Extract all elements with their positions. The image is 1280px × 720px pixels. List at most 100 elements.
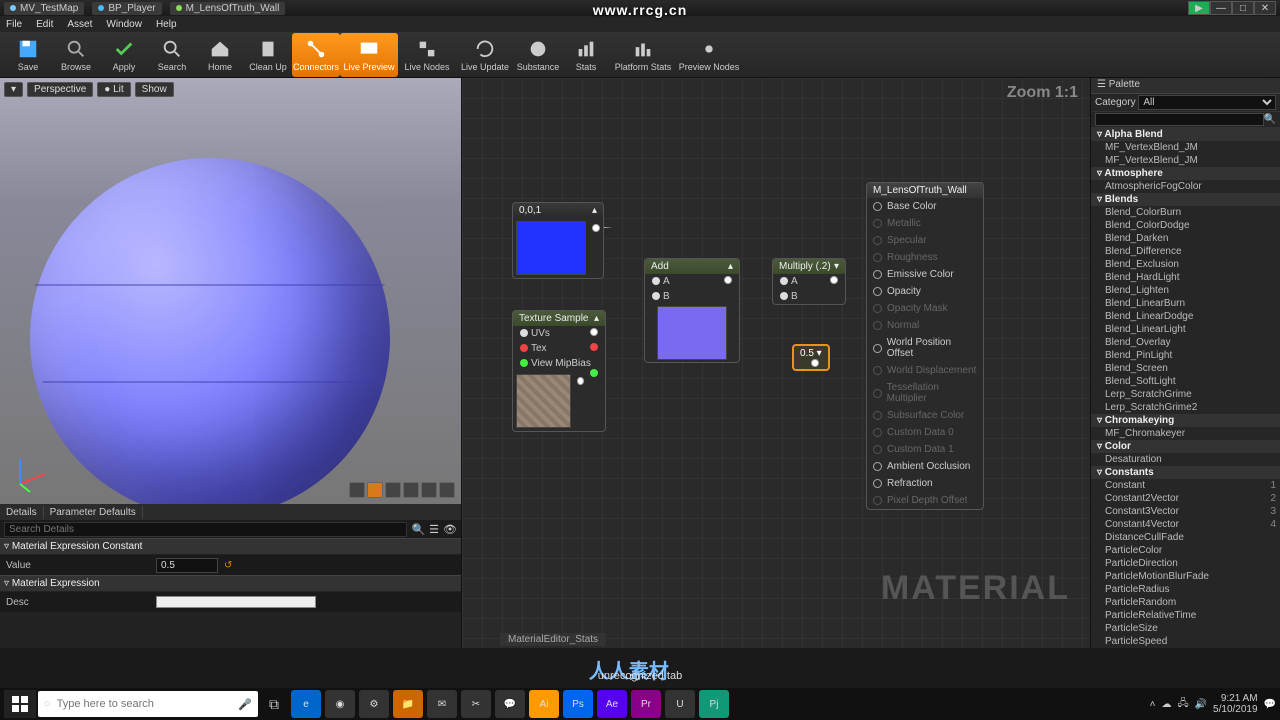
- palette-item[interactable]: Constant4Vector4: [1091, 518, 1280, 531]
- connectors-button[interactable]: Connectors: [292, 33, 340, 77]
- palette-category[interactable]: ▿ Atmosphere: [1091, 167, 1280, 180]
- mic-icon[interactable]: 🎤: [238, 698, 252, 711]
- save-button[interactable]: Save: [4, 33, 52, 77]
- palette-item[interactable]: Constant2Vector2: [1091, 492, 1280, 505]
- palette-category[interactable]: ▿ Color: [1091, 440, 1280, 453]
- window-maximize-icon[interactable]: □: [1232, 1, 1254, 15]
- palette-item[interactable]: ParticleSize: [1091, 622, 1280, 635]
- palette-item[interactable]: MF_Chromakeyer: [1091, 427, 1280, 440]
- palette-list[interactable]: ▿ Alpha BlendMF_VertexBlend_JMMF_VertexB…: [1091, 128, 1280, 648]
- pin-refraction[interactable]: Refraction: [867, 475, 983, 492]
- palette-item[interactable]: ParticleRadius: [1091, 583, 1280, 596]
- shape-custom-icon[interactable]: [439, 482, 455, 498]
- palette-item[interactable]: Blend_ColorDodge: [1091, 219, 1280, 232]
- search-button[interactable]: Search: [148, 33, 196, 77]
- taskbar-app-mail[interactable]: ✉: [427, 690, 457, 718]
- preview-nodes-button[interactable]: Preview Nodes: [676, 33, 742, 77]
- home-button[interactable]: Home: [196, 33, 244, 77]
- viewport-show[interactable]: Show: [135, 82, 174, 97]
- tray-notifications-icon[interactable]: 💬: [1264, 699, 1276, 710]
- taskbar-app-settings[interactable]: ⚙: [359, 690, 389, 718]
- taskbar-app-explorer[interactable]: 📁: [393, 690, 423, 718]
- palette-item[interactable]: Blend_SoftLight: [1091, 375, 1280, 388]
- substance-button[interactable]: Substance: [514, 33, 562, 77]
- palette-category[interactable]: ▿ Constants: [1091, 466, 1280, 479]
- palette-category[interactable]: ▿ Blends: [1091, 193, 1280, 206]
- stats-button[interactable]: Stats: [562, 33, 610, 77]
- palette-item[interactable]: DistanceCullFade: [1091, 531, 1280, 544]
- palette-item[interactable]: Lerp_ScratchGrime: [1091, 388, 1280, 401]
- taskbar-clock[interactable]: 9:21 AM5/10/2019: [1213, 693, 1258, 715]
- viewport-perspective[interactable]: Perspective: [27, 82, 93, 97]
- shape-teapot-icon[interactable]: [421, 482, 437, 498]
- section-expression[interactable]: ▿ Material Expression: [0, 575, 461, 592]
- palette-item[interactable]: Blend_Screen: [1091, 362, 1280, 375]
- node-multiply[interactable]: Multiply (.2)▾ A B: [772, 258, 846, 305]
- search-icon[interactable]: 🔍: [411, 523, 425, 536]
- palette-item[interactable]: ParticleRandom: [1091, 596, 1280, 609]
- start-button[interactable]: [4, 690, 36, 718]
- apply-button[interactable]: Apply: [100, 33, 148, 77]
- palette-category[interactable]: ▿ Alpha Blend: [1091, 128, 1280, 141]
- tray-up-icon[interactable]: ˄: [1150, 699, 1156, 710]
- taskbar-search[interactable]: ○ 🎤: [38, 691, 258, 717]
- tab-bpplayer[interactable]: BP_Player: [92, 2, 161, 15]
- desc-input[interactable]: [156, 596, 316, 608]
- search-icon[interactable]: 🔍: [1264, 114, 1276, 125]
- palette-item[interactable]: Constant1: [1091, 479, 1280, 492]
- palette-item[interactable]: Blend_ColorBurn: [1091, 206, 1280, 219]
- palette-item[interactable]: Blend_Darken: [1091, 232, 1280, 245]
- category-select[interactable]: All: [1138, 95, 1276, 110]
- taskbar-app-snip[interactable]: ✂: [461, 690, 491, 718]
- pin-ao[interactable]: Ambient Occlusion: [867, 458, 983, 475]
- taskbar-app-pr[interactable]: Pr: [631, 690, 661, 718]
- palette-item[interactable]: Blend_LinearLight: [1091, 323, 1280, 336]
- tray-network-icon[interactable]: 🖧: [1177, 696, 1188, 713]
- cleanup-button[interactable]: Clean Up: [244, 33, 292, 77]
- collapse-icon[interactable]: ▴: [592, 205, 597, 216]
- taskbar-app-ue[interactable]: U: [665, 690, 695, 718]
- palette-item[interactable]: Blend_LinearDodge: [1091, 310, 1280, 323]
- palette-item[interactable]: ParticleDirection: [1091, 557, 1280, 570]
- taskbar-app-chrome[interactable]: ◉: [325, 690, 355, 718]
- palette-item[interactable]: Blend_Difference: [1091, 245, 1280, 258]
- tab-material[interactable]: M_LensOfTruth_Wall: [170, 2, 286, 15]
- menu-window[interactable]: Window: [106, 19, 142, 30]
- window-close-icon[interactable]: ✕: [1254, 1, 1276, 15]
- palette-item[interactable]: Desaturation: [1091, 453, 1280, 466]
- menu-asset[interactable]: Asset: [67, 19, 92, 30]
- palette-item[interactable]: Blend_Overlay: [1091, 336, 1280, 349]
- shape-cube-icon[interactable]: [403, 482, 419, 498]
- viewport-menu-icon[interactable]: ▾: [4, 82, 23, 97]
- node-add[interactable]: Add▴ A B: [644, 258, 740, 363]
- taskbar-app-edge[interactable]: e: [291, 690, 321, 718]
- palette-item[interactable]: AtmosphericFogColor: [1091, 180, 1280, 193]
- live-preview-button[interactable]: Live Preview: [340, 33, 398, 77]
- taskbar-app-ae[interactable]: Ae: [597, 690, 627, 718]
- tab-testmap[interactable]: MV_TestMap: [4, 2, 84, 15]
- reset-icon[interactable]: ↺: [224, 560, 232, 571]
- palette-item[interactable]: ParticleSpeed: [1091, 635, 1280, 648]
- node-scalar[interactable]: 0.5 ▾: [792, 344, 830, 371]
- pin-emissive[interactable]: Emissive Color: [867, 266, 983, 283]
- menu-help[interactable]: Help: [156, 19, 177, 30]
- node-material-output[interactable]: M_LensOfTruth_Wall Base Color Metallic S…: [866, 182, 984, 510]
- menu-edit[interactable]: Edit: [36, 19, 53, 30]
- shape-sphere-icon[interactable]: [367, 482, 383, 498]
- stats-tab[interactable]: MaterialEditor_Stats: [500, 633, 606, 646]
- details-search-input[interactable]: [4, 522, 407, 537]
- palette-item[interactable]: Blend_LinearBurn: [1091, 297, 1280, 310]
- palette-item[interactable]: ParticleColor: [1091, 544, 1280, 557]
- taskbar-app-ai[interactable]: Ai: [529, 690, 559, 718]
- node-texture-sample[interactable]: Texture Sample▴ UVs Tex View MipBias: [512, 310, 606, 432]
- live-update-button[interactable]: Live Update: [456, 33, 514, 77]
- platform-stats-button[interactable]: Platform Stats: [610, 33, 676, 77]
- browse-button[interactable]: Browse: [52, 33, 100, 77]
- palette-item[interactable]: Blend_Lighten: [1091, 284, 1280, 297]
- palette-item[interactable]: Blend_Exclusion: [1091, 258, 1280, 271]
- shape-cylinder-icon[interactable]: [349, 482, 365, 498]
- taskbar-app-proj[interactable]: Pj: [699, 690, 729, 718]
- taskbar-app-ps[interactable]: Ps: [563, 690, 593, 718]
- pin-opacity[interactable]: Opacity: [867, 283, 983, 300]
- material-graph[interactable]: Zoom 1:1 MATERIAL 0,0,1▴ Texture Sample▴…: [462, 78, 1090, 648]
